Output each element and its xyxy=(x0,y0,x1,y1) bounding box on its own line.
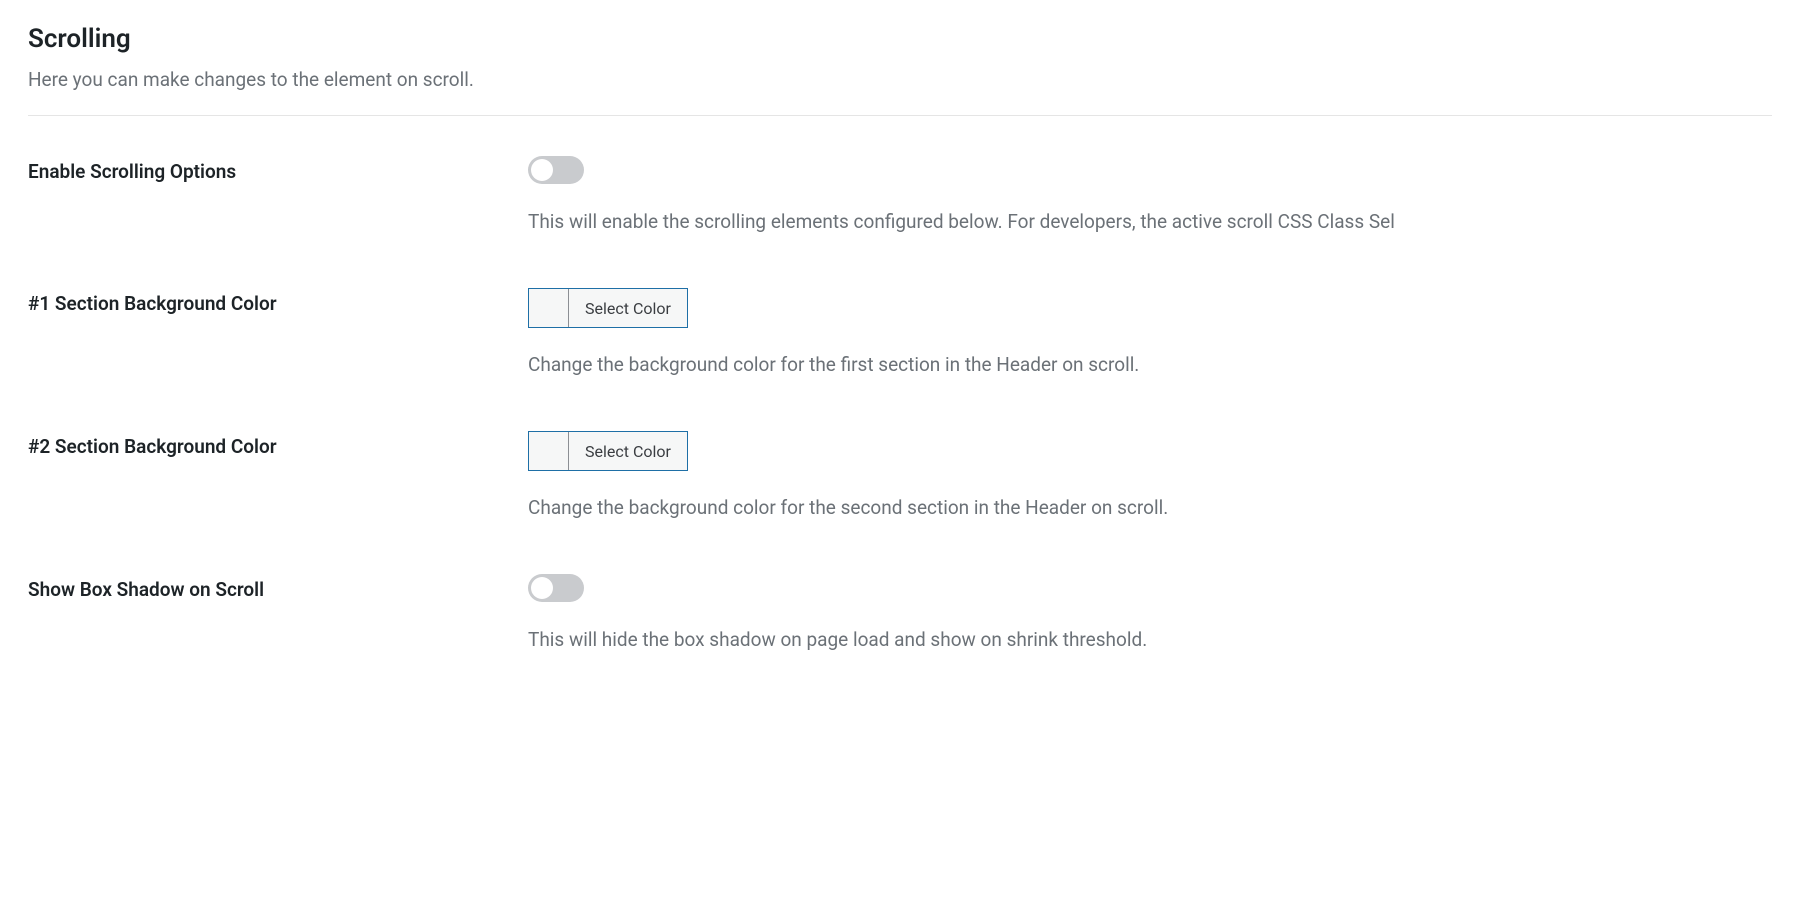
section-subtitle: Here you can make changes to the element… xyxy=(28,68,1772,91)
setting-control: Select Color Change the background color… xyxy=(528,288,1772,376)
setting-section1-bg: #1 Section Background Color Select Color… xyxy=(28,288,1772,376)
setting-section2-bg: #2 Section Background Color Select Color… xyxy=(28,431,1772,519)
color-picker-label: Select Color xyxy=(569,289,687,327)
setting-enable-scrolling: Enable Scrolling Options This will enabl… xyxy=(28,156,1772,233)
setting-desc-section2-bg: Change the background color for the seco… xyxy=(528,496,1772,519)
color-picker-label: Select Color xyxy=(569,432,687,470)
setting-label-section1-bg: #1 Section Background Color xyxy=(28,288,528,315)
section-divider xyxy=(28,115,1772,116)
color-swatch-icon xyxy=(529,289,569,327)
setting-control: This will enable the scrolling elements … xyxy=(528,156,1772,233)
setting-desc-section1-bg: Change the background color for the firs… xyxy=(528,353,1772,376)
setting-desc-enable-scrolling: This will enable the scrolling elements … xyxy=(528,210,1772,233)
enable-scrolling-toggle[interactable] xyxy=(528,156,584,184)
setting-box-shadow: Show Box Shadow on Scroll This will hide… xyxy=(28,574,1772,651)
toggle-knob xyxy=(531,577,553,599)
section1-bg-color-button[interactable]: Select Color xyxy=(528,288,688,328)
color-swatch-icon xyxy=(529,432,569,470)
setting-control: Select Color Change the background color… xyxy=(528,431,1772,519)
box-shadow-toggle[interactable] xyxy=(528,574,584,602)
setting-label-box-shadow: Show Box Shadow on Scroll xyxy=(28,574,528,601)
section-title: Scrolling xyxy=(28,24,1772,54)
section2-bg-color-button[interactable]: Select Color xyxy=(528,431,688,471)
setting-desc-box-shadow: This will hide the box shadow on page lo… xyxy=(528,628,1772,651)
setting-label-section2-bg: #2 Section Background Color xyxy=(28,431,528,458)
toggle-knob xyxy=(531,159,553,181)
setting-label-enable-scrolling: Enable Scrolling Options xyxy=(28,156,528,183)
setting-control: This will hide the box shadow on page lo… xyxy=(528,574,1772,651)
